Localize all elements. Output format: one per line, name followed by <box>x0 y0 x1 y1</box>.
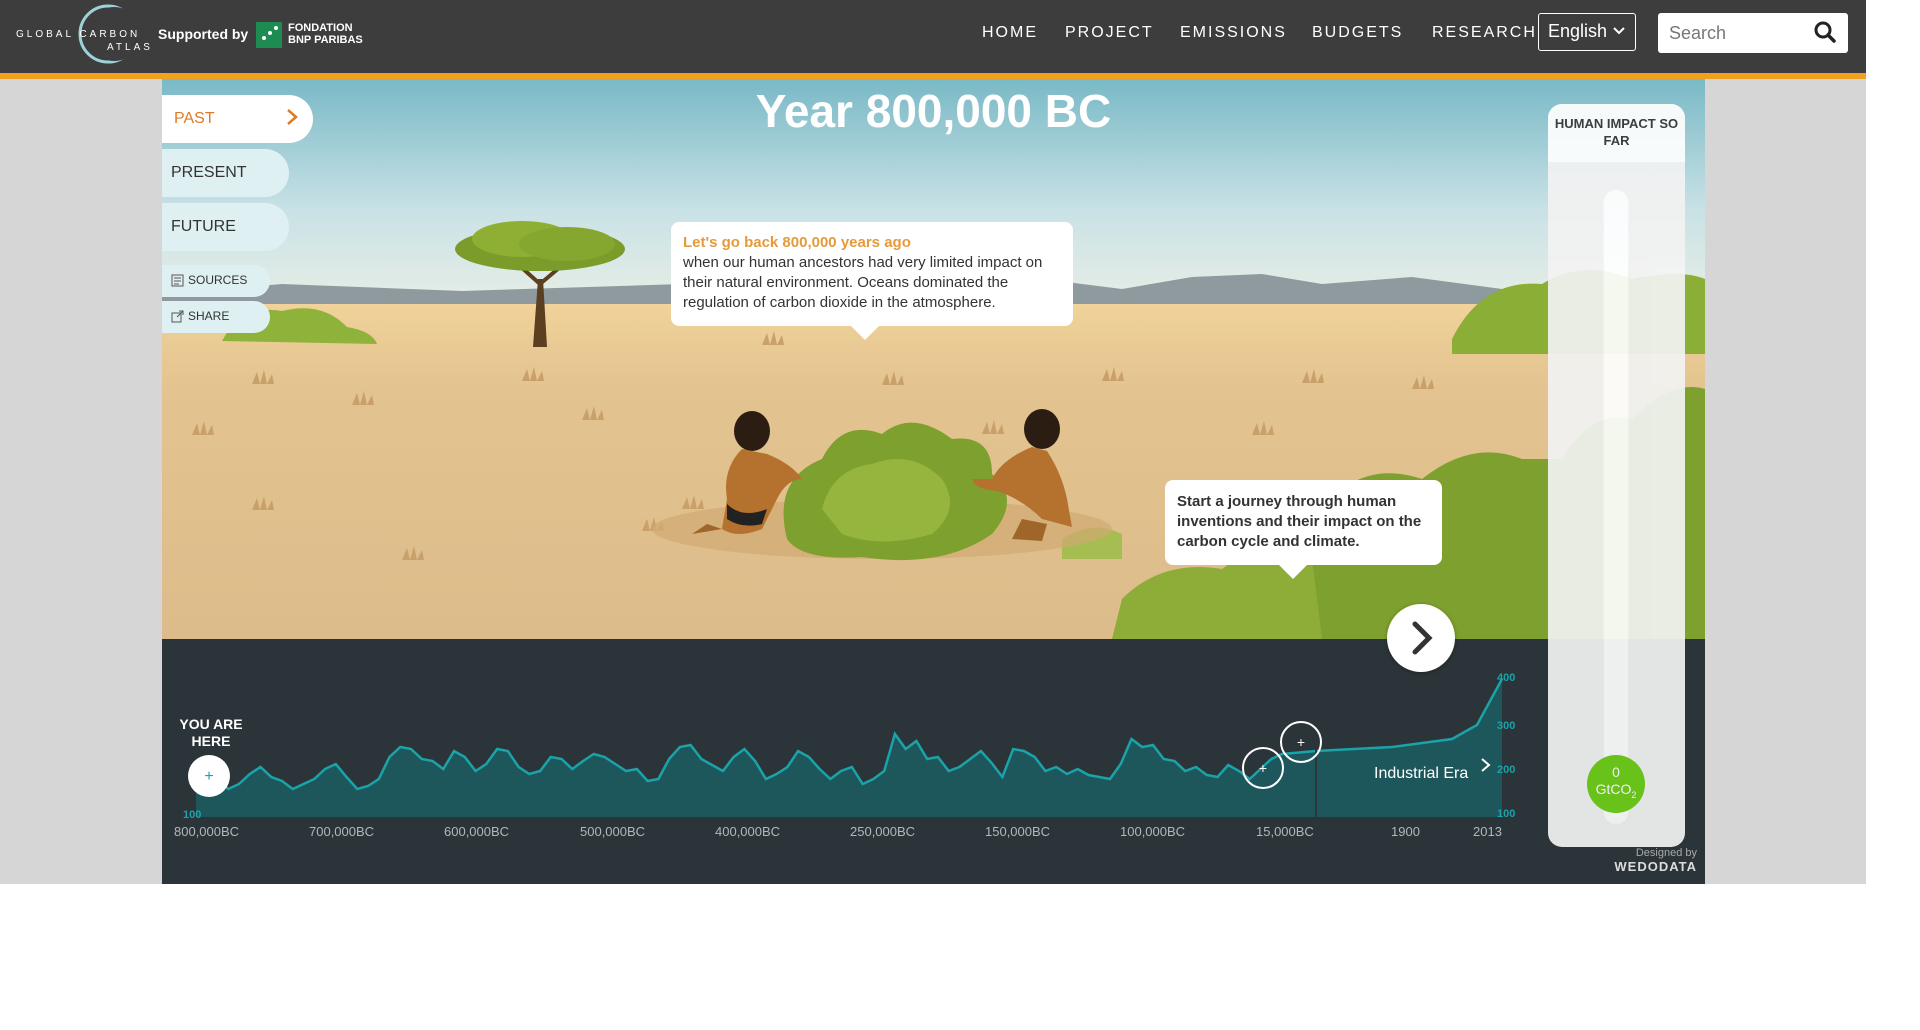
chevron-down-icon <box>1613 23 1625 39</box>
bnp-star-icon <box>256 22 282 48</box>
plus-icon: + <box>1297 734 1305 750</box>
sponsor-line1: FONDATION <box>288 22 353 34</box>
timeline-marker-current[interactable]: + <box>188 755 230 797</box>
designer-credit[interactable]: Designed by WEDODATA <box>1614 847 1697 875</box>
x-tick-label: 150,000BC <box>985 824 1050 839</box>
sources-button[interactable]: SOURCES <box>162 265 270 297</box>
x-tick-label: 600,000BC <box>444 824 509 839</box>
co2-timeline-chart: 800,000BC 700,000BC 600,000BC 500,000BC … <box>174 672 1515 839</box>
storyline-stage: Year 800,000 BC PAST PRESENT FUTURE SOUR… <box>162 79 1705 884</box>
impact-value: 0 <box>1612 764 1620 780</box>
document-icon <box>171 274 184 287</box>
credit-line2: WEDODATA <box>1614 859 1697 874</box>
global-carbon-atlas-logo[interactable]: GLOBAL CARBON ATLAS <box>14 4 150 68</box>
sources-label: SOURCES <box>188 273 248 287</box>
logo-text-line2: ATLAS <box>107 42 153 53</box>
nav-home[interactable]: HOME <box>982 24 1038 42</box>
y-tick-label: 400 <box>1497 672 1515 684</box>
intro-bubble-body: when our human ancestors had very limite… <box>683 254 1043 311</box>
savanna-scene: Year 800,000 BC PAST PRESENT FUTURE SOUR… <box>162 79 1705 639</box>
x-tick-label: 250,000BC <box>850 824 915 839</box>
x-tick-label: 800,000BC <box>174 824 239 839</box>
nav-emissions[interactable]: EMISSIONS <box>1180 24 1287 42</box>
impact-gauge-value: 0 GtCO2 <box>1587 755 1645 813</box>
impact-unit-sub: 2 <box>1631 789 1637 800</box>
language-value: English <box>1548 21 1608 41</box>
sponsor-logo[interactable]: FONDATION BNP PARIBAS <box>256 20 376 50</box>
you-are-here-label: YOU ARE HERE <box>179 716 243 749</box>
logo-text-line1: GLOBAL CARBON <box>16 29 141 40</box>
x-tick-label: 700,000BC <box>309 824 374 839</box>
share-button[interactable]: SHARE <box>162 301 270 333</box>
x-tick-label: 100,000BC <box>1120 824 1185 839</box>
tab-future-label: FUTURE <box>171 218 236 235</box>
x-tick-label: 2013 <box>1473 824 1502 839</box>
x-tick-label: 1900 <box>1391 824 1420 839</box>
share-icon <box>171 310 184 323</box>
x-tick-label: 15,000BC <box>1256 824 1314 839</box>
tab-future[interactable]: FUTURE <box>162 203 289 251</box>
nav-research[interactable]: RESEARCH <box>1432 24 1537 42</box>
human-impact-title: HUMAN IMPACT SO FAR <box>1548 104 1685 162</box>
impact-unit: GtCO <box>1595 781 1632 797</box>
savanna-illustration <box>162 79 1705 639</box>
intro-bubble-heading: Let's go back 800,000 years ago <box>683 234 911 251</box>
language-select[interactable]: English <box>1538 13 1636 51</box>
year-title: Year 800,000 BC <box>755 85 1112 137</box>
nav-budgets[interactable]: BUDGETS <box>1312 24 1403 42</box>
tab-past-label: PAST <box>174 110 215 127</box>
co2-area <box>196 679 1502 817</box>
tab-present-label: PRESENT <box>171 164 247 181</box>
y-tick-label-left: 100 <box>183 809 201 821</box>
tab-present[interactable]: PRESENT <box>162 149 289 197</box>
industrial-era-link[interactable]: Industrial Era <box>1374 765 1468 783</box>
supported-by-label: Supported by <box>158 26 249 42</box>
intro-bubble: Let's go back 800,000 years ago when our… <box>671 222 1073 340</box>
plus-icon: + <box>1259 760 1267 776</box>
x-tick-label: 500,000BC <box>580 824 645 839</box>
y-tick-label: 300 <box>1497 720 1515 732</box>
search-input[interactable] <box>1667 22 1811 45</box>
journey-bubble: Start a journey through human inventions… <box>1165 480 1442 579</box>
sponsor-line2: BNP PARIBAS <box>288 34 363 46</box>
y-tick-label: 100 <box>1497 808 1515 820</box>
plus-icon: + <box>204 768 213 785</box>
share-label: SHARE <box>188 309 230 323</box>
chevron-right-icon <box>287 109 298 125</box>
top-navbar: GLOBAL CARBON ATLAS Supported by FONDATI… <box>0 0 1866 79</box>
x-tick-label: 400,000BC <box>715 824 780 839</box>
search-icon[interactable] <box>1814 21 1836 43</box>
x-axis-labels: 800,000BC 700,000BC 600,000BC 500,000BC … <box>174 824 1502 839</box>
tab-past[interactable]: PAST <box>162 95 313 143</box>
next-button[interactable] <box>1387 604 1455 672</box>
nav-project[interactable]: PROJECT <box>1065 24 1154 42</box>
human-impact-panel: HUMAN IMPACT SO FAR 0 GtCO2 <box>1548 104 1685 847</box>
y-tick-label: 200 <box>1497 764 1515 776</box>
chevron-right-icon <box>1412 621 1433 655</box>
impact-gauge-tube <box>1602 188 1630 826</box>
search-box <box>1658 13 1848 53</box>
co2-timeline: 800,000BC 700,000BC 600,000BC 500,000BC … <box>162 639 1705 884</box>
